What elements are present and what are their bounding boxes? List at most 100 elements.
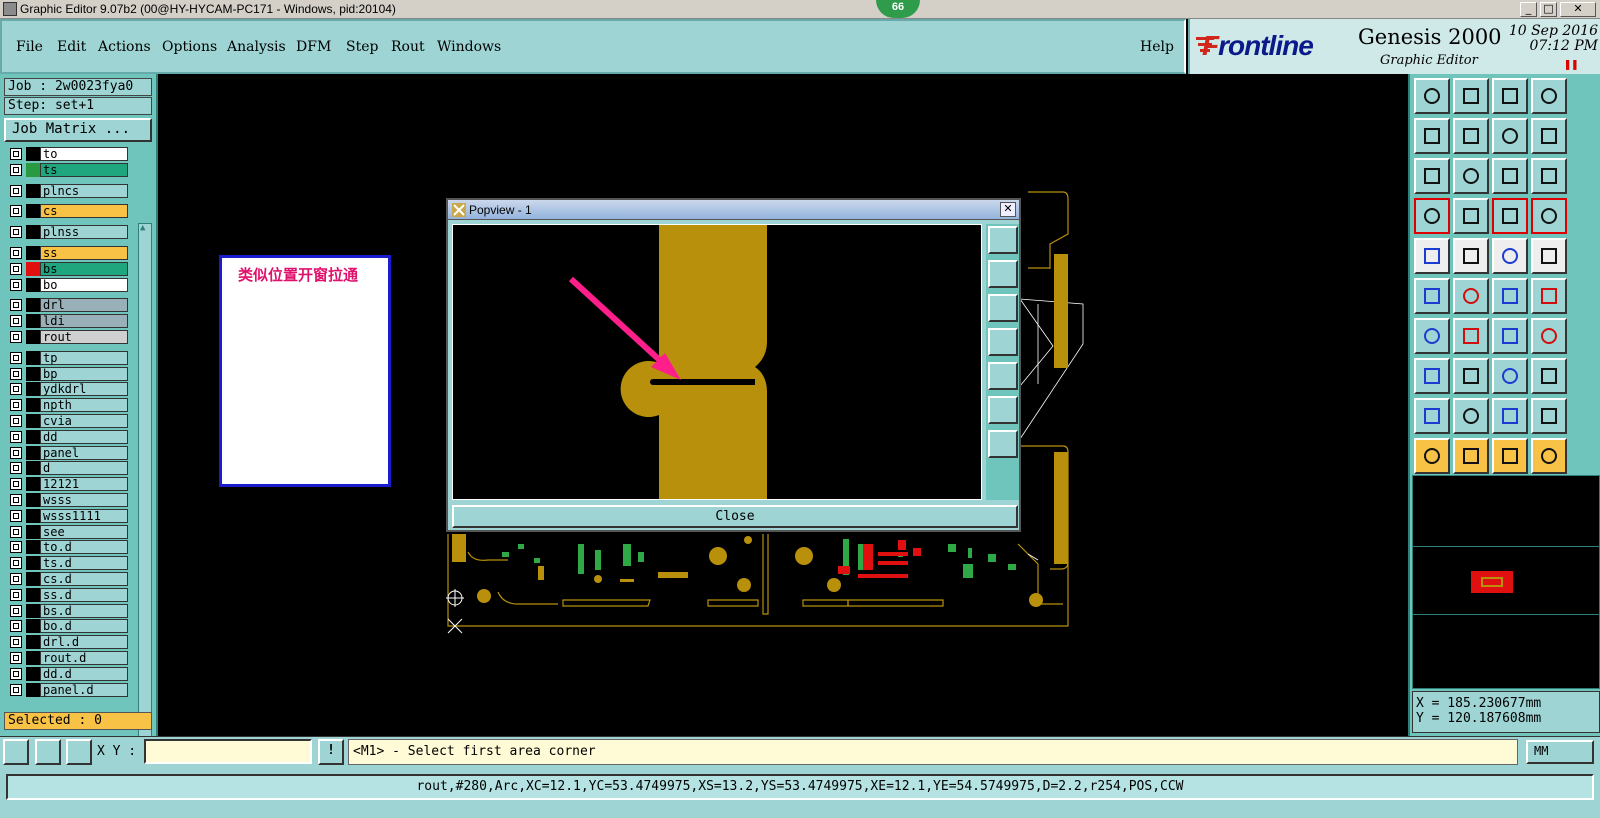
popview-zoom-out-icon[interactable] xyxy=(988,430,1018,458)
layer-checkbox[interactable] xyxy=(10,604,22,617)
layer-name[interactable]: rout xyxy=(40,330,128,344)
layer-row-wsss1111[interactable]: wsss1111 xyxy=(6,508,128,523)
layer-name[interactable]: cvia xyxy=(40,414,128,428)
layer-checkbox[interactable] xyxy=(10,525,22,538)
layer-checkbox[interactable] xyxy=(10,299,22,312)
layer-checkbox[interactable] xyxy=(10,148,22,160)
layer-checkbox[interactable] xyxy=(10,588,22,601)
snap-intersect-icon[interactable] xyxy=(1531,398,1567,434)
layer-row-rout[interactable]: rout xyxy=(6,330,128,344)
menu-actions[interactable]: Actions xyxy=(98,39,151,55)
layer-swatch[interactable] xyxy=(26,414,40,428)
menu-help[interactable]: Help xyxy=(1140,39,1174,55)
delete-icon[interactable] xyxy=(1453,278,1489,314)
layer-name[interactable]: bs.d xyxy=(40,603,128,618)
layer-row-drl-d[interactable]: drl.d xyxy=(6,635,128,650)
layer-checkbox[interactable] xyxy=(10,367,22,380)
layer-name[interactable]: ss.d xyxy=(40,587,128,602)
pointer-path-icon[interactable] xyxy=(1531,438,1567,474)
layer-name[interactable]: dd.d xyxy=(40,666,128,681)
layer-swatch[interactable] xyxy=(26,603,40,618)
layer-row-ldi[interactable]: ldi xyxy=(6,314,128,329)
layer-name[interactable]: to xyxy=(40,147,128,161)
layer-row-cvia[interactable]: cvia xyxy=(6,414,128,428)
resize-icon[interactable] xyxy=(1492,358,1528,394)
xy-input[interactable] xyxy=(144,739,312,764)
layer-swatch[interactable] xyxy=(26,572,40,586)
layer-row-ts-d[interactable]: ts.d xyxy=(6,556,128,571)
layer-checkbox[interactable] xyxy=(10,509,22,522)
layer-row-ts[interactable]: ts xyxy=(6,162,128,177)
layer-row-drl[interactable]: drl xyxy=(6,298,128,313)
layer-swatch[interactable] xyxy=(26,666,40,681)
layer-checkbox[interactable] xyxy=(10,541,22,554)
layer-name[interactable]: bo.d xyxy=(40,619,128,634)
layer-name[interactable]: bp xyxy=(40,366,128,381)
home-icon[interactable] xyxy=(1492,78,1528,114)
layer-swatch[interactable] xyxy=(26,162,40,177)
layer-swatch[interactable] xyxy=(26,261,40,276)
layer-checkbox[interactable] xyxy=(10,415,22,427)
layer-swatch[interactable] xyxy=(26,524,40,539)
snap-mode-icon[interactable] xyxy=(3,739,29,765)
layer-swatch[interactable] xyxy=(26,225,40,240)
notification-badge[interactable]: 66 xyxy=(876,0,920,18)
feature-probe-icon[interactable] xyxy=(1453,198,1489,234)
snap-edge-icon[interactable] xyxy=(1453,398,1489,434)
layer-name[interactable]: ydkdrl xyxy=(40,382,128,397)
layer-name[interactable]: dd xyxy=(40,429,128,444)
layer-swatch[interactable] xyxy=(26,445,40,460)
layer-name[interactable]: rout.d xyxy=(40,651,128,665)
layer-checkbox[interactable] xyxy=(10,478,22,491)
popview-pan-down-icon[interactable] xyxy=(988,294,1018,322)
layer-swatch[interactable] xyxy=(26,556,40,571)
layer-name[interactable]: panel xyxy=(40,445,128,460)
popview-pan-left-icon[interactable] xyxy=(988,328,1018,356)
move-icon[interactable] xyxy=(1414,278,1450,314)
select-mode-icon[interactable] xyxy=(1492,198,1528,234)
layer-checkbox[interactable] xyxy=(10,247,22,259)
split-view-icon[interactable] xyxy=(1531,78,1567,114)
menu-file[interactable]: File xyxy=(16,39,43,55)
alert-icon[interactable]: ! xyxy=(318,739,344,765)
line-select-icon[interactable] xyxy=(1453,318,1489,354)
units-selector[interactable]: MM xyxy=(1526,740,1594,764)
change-symbol-icon[interactable] xyxy=(1414,318,1450,354)
layer-checkbox[interactable] xyxy=(10,462,22,475)
layer-checkbox[interactable] xyxy=(10,351,22,364)
layer-name[interactable]: plnss xyxy=(40,225,128,240)
layer-name[interactable]: ts.d xyxy=(40,556,128,571)
layer-row-bo[interactable]: bo xyxy=(6,277,128,292)
help-query-icon[interactable] xyxy=(1531,158,1567,194)
layer-checkbox[interactable] xyxy=(10,226,22,239)
layer-swatch[interactable] xyxy=(26,147,40,161)
layer-name[interactable]: npth xyxy=(40,398,128,413)
layer-row-rout-d[interactable]: rout.d xyxy=(6,651,128,665)
layer-name[interactable]: tp xyxy=(40,350,128,365)
layer-swatch[interactable] xyxy=(26,298,40,313)
zoom-home-icon[interactable] xyxy=(1414,78,1450,114)
layer-checkbox[interactable] xyxy=(10,205,22,218)
layer-checkbox[interactable] xyxy=(10,557,22,570)
layer-checkbox[interactable] xyxy=(10,636,22,649)
layer-row-panel[interactable]: panel xyxy=(6,445,128,460)
layer-name[interactable]: bs xyxy=(40,261,128,276)
snap-mid-icon[interactable] xyxy=(1492,398,1528,434)
pan-left-icon[interactable] xyxy=(1414,118,1450,154)
layer-row-see[interactable]: see xyxy=(6,524,128,539)
overview-map[interactable] xyxy=(1412,475,1600,689)
layer-scrollbar[interactable]: ▲ ▼ xyxy=(138,223,152,783)
zoom-area-icon[interactable] xyxy=(1453,158,1489,194)
add-circle-icon[interactable] xyxy=(1531,238,1567,274)
layer-row-dd[interactable]: dd xyxy=(6,429,128,444)
layer-swatch[interactable] xyxy=(26,587,40,602)
layer-row-bs-d[interactable]: bs.d xyxy=(6,603,128,618)
layer-checkbox[interactable] xyxy=(10,383,22,396)
layer-swatch[interactable] xyxy=(26,682,40,697)
layer-swatch[interactable] xyxy=(26,635,40,650)
layer-name[interactable]: plncs xyxy=(40,183,128,198)
popview-titlebar[interactable]: Popview - 1 ✕ xyxy=(448,200,1019,220)
layer-swatch[interactable] xyxy=(26,651,40,665)
layer-row-tp[interactable]: tp xyxy=(6,350,128,365)
menu-rout[interactable]: Rout xyxy=(391,39,425,55)
